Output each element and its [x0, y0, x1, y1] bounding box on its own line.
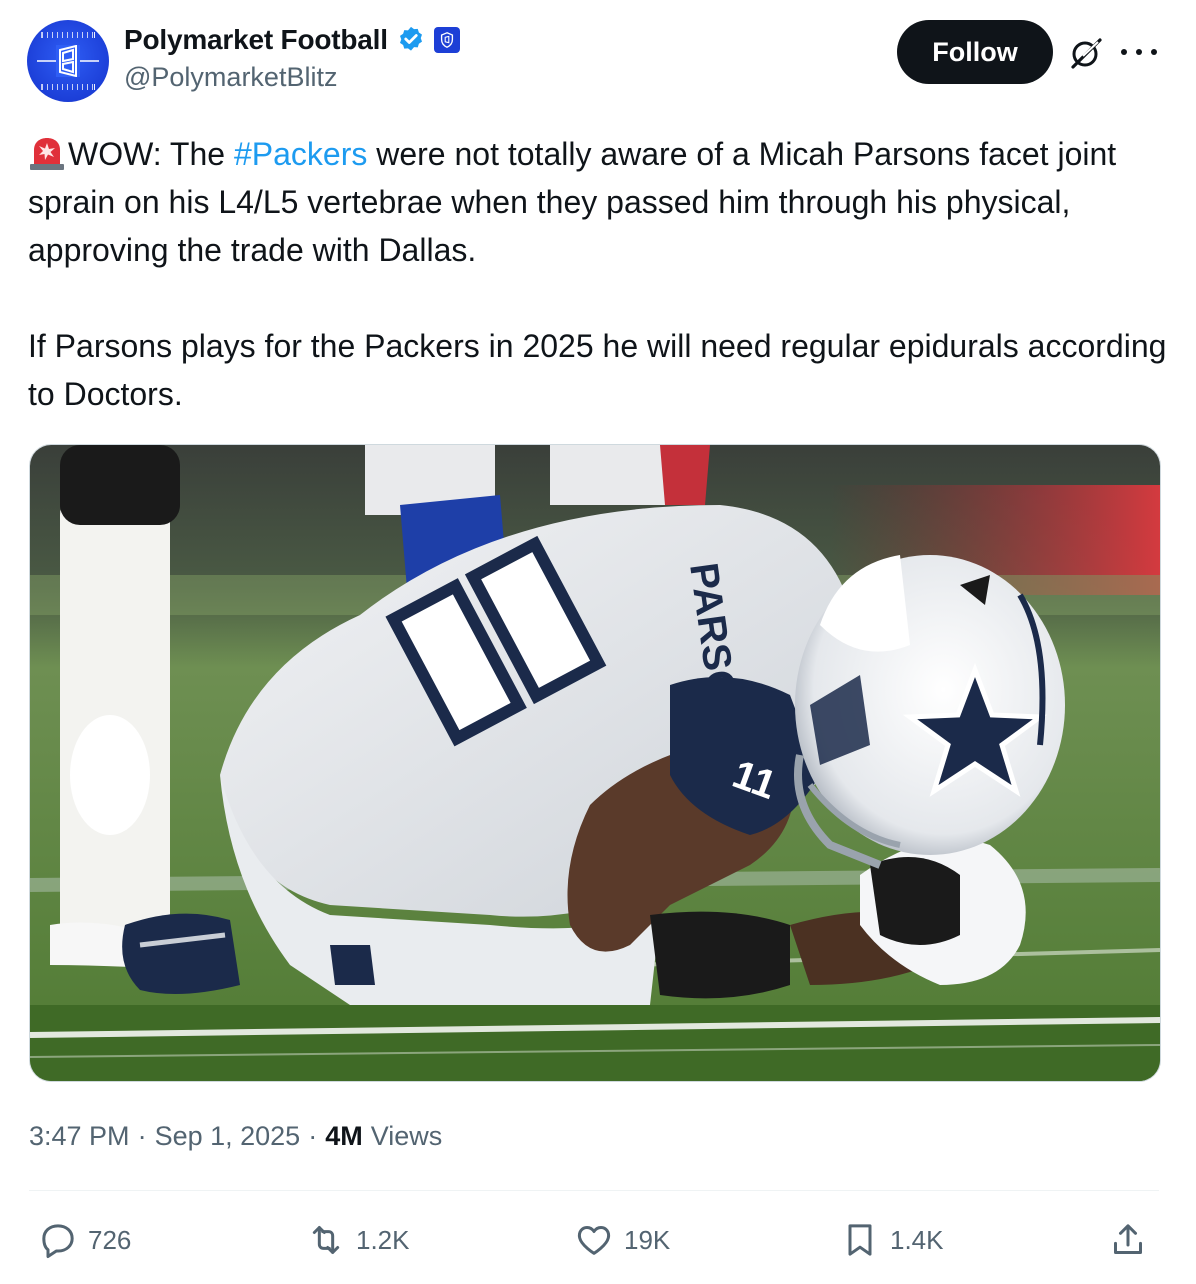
tweet-paragraph-2: If Parsons plays for the Packers in 2025… [28, 328, 1167, 412]
dot [1151, 49, 1157, 55]
repost-button[interactable]: 1.2K [306, 1210, 410, 1270]
repost-icon [312, 1226, 340, 1254]
repost-count: 1.2K [356, 1224, 410, 1255]
account-name-row: Polymarket Football [124, 22, 460, 58]
tweet-meta: 3:47 PM · Sep 1, 2025 · 4M Views [29, 1116, 442, 1156]
bookmark-count: 1.4K [890, 1224, 944, 1255]
tweet-text: WOW: The #Packers were not totally aware… [28, 130, 1168, 418]
rotating-light-siren-emoji [30, 138, 64, 170]
action-bar: 726 1.2K 19K 1.4K [0, 1210, 1196, 1270]
avatar-field-ticks-bottom [41, 84, 95, 90]
polymarket-logo-icon [56, 45, 80, 77]
tweet-paragraph-1: WOW: The #Packers were not totally aware… [28, 130, 1168, 274]
shield-icon [440, 32, 453, 48]
reply-icon [42, 1224, 74, 1258]
meta-separator: · [137, 1120, 147, 1151]
grok-icon[interactable] [1069, 36, 1103, 70]
account-handle[interactable]: @PolymarketBlitz [124, 62, 337, 93]
display-name[interactable]: Polymarket Football [124, 24, 388, 56]
meta-separator: · [308, 1120, 318, 1151]
reply-button[interactable]: 726 [38, 1210, 131, 1270]
verified-badge-icon[interactable] [396, 25, 426, 55]
share-icon [1114, 1224, 1142, 1254]
dot [1136, 49, 1142, 55]
tweet-time[interactable]: 3:47 PM [29, 1121, 130, 1152]
heart-icon [577, 1226, 611, 1255]
divider [29, 1190, 1159, 1191]
avatar-field-ticks-top [41, 32, 95, 38]
affiliate-badge-icon[interactable] [433, 27, 460, 53]
like-count: 19K [624, 1224, 671, 1255]
tweet-photo[interactable]: PARSONS 11 [29, 444, 1161, 1082]
tweet-date[interactable]: Sep 1, 2025 [155, 1121, 301, 1152]
hashtag-link[interactable]: #Packers [234, 136, 367, 172]
tweet-text-segment: WOW: The [68, 136, 234, 172]
follow-button[interactable]: Follow [897, 20, 1053, 84]
views-label[interactable]: Views [371, 1121, 443, 1152]
bookmark-button[interactable]: 1.4K [840, 1210, 944, 1270]
more-dots-icon[interactable] [1121, 38, 1157, 66]
bookmark-icon [848, 1224, 872, 1256]
dot [1121, 49, 1127, 55]
views-count[interactable]: 4M [325, 1121, 363, 1152]
reply-count: 726 [88, 1224, 132, 1255]
avatar[interactable] [27, 20, 109, 102]
football-player-photo: PARSONS 11 [30, 445, 1160, 1081]
share-button[interactable] [1108, 1210, 1158, 1270]
like-button[interactable]: 19K [574, 1210, 670, 1270]
